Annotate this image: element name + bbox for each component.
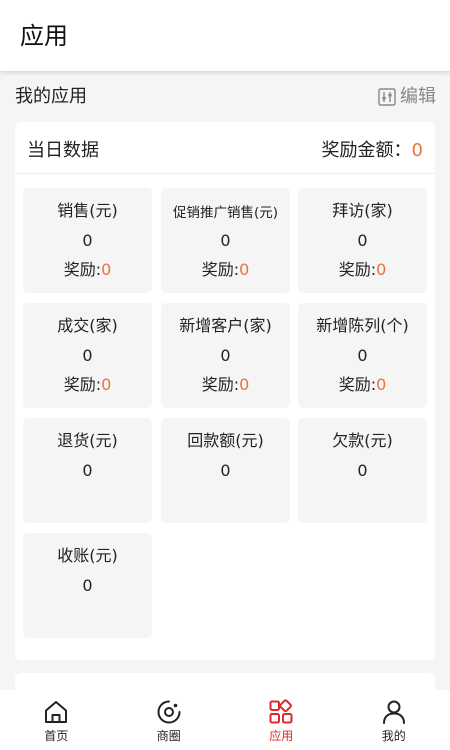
card-header: 当日数据 奖励金额：0 <box>15 122 435 174</box>
section-title: 我的应用 <box>15 86 87 107</box>
tile-label: 销售(元) <box>57 201 118 220</box>
tile-reward: 奖励:0 <box>23 374 152 396</box>
tile-value: 0 <box>82 576 93 595</box>
tile-reward: 奖励:0 <box>298 374 427 396</box>
tile-label: 新增陈列(个) <box>316 316 409 335</box>
tab-home[interactable]: 首页 <box>0 690 113 750</box>
tile-returns[interactable]: 退货(元) 0 <box>23 418 152 523</box>
total-reward-label: 奖励金额： <box>321 140 412 161</box>
tab-apps[interactable]: 应用 <box>225 690 338 750</box>
tab-label: 我的 <box>381 729 406 743</box>
tab-label: 应用 <box>269 729 294 743</box>
edit-button[interactable]: 编辑 <box>378 84 436 110</box>
apps-icon <box>269 699 293 724</box>
tile-reward-label: 奖励: <box>63 375 102 394</box>
daily-data-card: 当日数据 奖励金额：0 销售(元) 0 奖励:0 促销推广销售(元) 0 奖励:… <box>15 122 435 660</box>
tile-reward: 奖励:0 <box>298 259 427 281</box>
tab-me[interactable]: 我的 <box>338 690 450 750</box>
user-icon <box>382 700 405 724</box>
tab-business-circle[interactable]: 商圈 <box>113 690 226 750</box>
tile-reward: 奖励:0 <box>161 259 290 281</box>
tile-value: 0 <box>82 346 93 365</box>
tile-reward-value: 0 <box>101 375 112 394</box>
tile-value: 0 <box>357 461 368 480</box>
tile-deals[interactable]: 成交(家) 0 奖励:0 <box>23 303 152 408</box>
tile-reward-label: 奖励: <box>201 375 240 394</box>
edit-label: 编辑 <box>400 86 436 107</box>
tile-value: 0 <box>220 461 231 480</box>
tile-label: 拜访(家) <box>332 201 393 220</box>
tile-new-customers[interactable]: 新增客户(家) 0 奖励:0 <box>161 303 290 408</box>
edit-icon <box>378 88 396 106</box>
tile-reward: 奖励:0 <box>161 374 290 396</box>
tab-label: 首页 <box>44 729 69 743</box>
app-header: 应用 <box>0 0 450 71</box>
business-circle-icon <box>157 700 181 724</box>
tile-value: 0 <box>82 461 93 480</box>
tile-reward-value: 0 <box>376 375 387 394</box>
tile-reward-value: 0 <box>101 260 112 279</box>
tile-reward-label: 奖励: <box>201 260 240 279</box>
tile-value: 0 <box>220 231 231 250</box>
tile-new-displays[interactable]: 新增陈列(个) 0 奖励:0 <box>298 303 427 408</box>
tile-reward-value: 0 <box>239 375 250 394</box>
total-reward: 奖励金额：0 <box>322 138 423 164</box>
total-reward-value: 0 <box>411 140 423 161</box>
tile-reward-label: 奖励: <box>338 375 377 394</box>
tile-reward-value: 0 <box>239 260 250 279</box>
tile-sales[interactable]: 销售(元) 0 奖励:0 <box>23 188 152 293</box>
tile-value: 0 <box>357 231 368 250</box>
tile-reward-value: 0 <box>376 260 387 279</box>
tile-reward-label: 奖励: <box>63 260 102 279</box>
tile-label: 收账(元) <box>57 546 118 565</box>
card-title: 当日数据 <box>27 140 99 161</box>
tile-label: 回款额(元) <box>187 431 264 450</box>
my-apps-bar: 我的应用 编辑 <box>0 80 450 114</box>
tile-collections[interactable]: 回款额(元) 0 <box>161 418 290 523</box>
tile-receivables[interactable]: 收账(元) 0 <box>23 533 152 638</box>
page-title: 应用 <box>20 22 68 50</box>
tile-value: 0 <box>220 346 231 365</box>
tile-label: 欠款(元) <box>332 431 393 450</box>
tab-label: 商圈 <box>156 729 181 743</box>
tile-label: 退货(元) <box>57 431 118 450</box>
tile-value: 0 <box>82 231 93 250</box>
tile-label: 促销推广销售(元) <box>172 205 279 221</box>
tile-promo-sales[interactable]: 促销推广销售(元) 0 奖励:0 <box>161 188 290 293</box>
home-icon <box>45 701 68 723</box>
bottom-tab-bar: 首页 商圈 应用 我的 <box>0 690 450 750</box>
tile-reward-label: 奖励: <box>338 260 377 279</box>
tile-arrears[interactable]: 欠款(元) 0 <box>298 418 427 523</box>
tile-reward: 奖励:0 <box>23 259 152 281</box>
tile-label: 新增客户(家) <box>179 316 272 335</box>
tile-value: 0 <box>357 346 368 365</box>
tile-visits[interactable]: 拜访(家) 0 奖励:0 <box>298 188 427 293</box>
tile-label: 成交(家) <box>57 316 118 335</box>
